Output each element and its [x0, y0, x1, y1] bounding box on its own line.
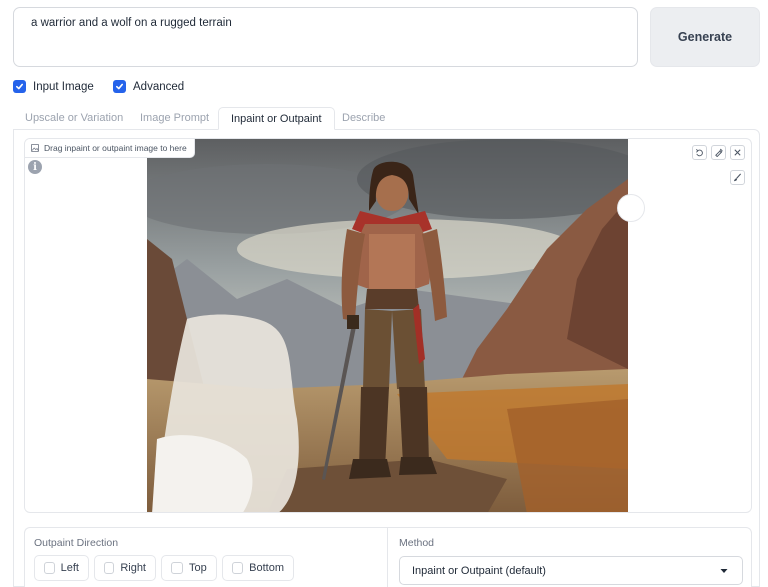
tab-describe[interactable]: Describe	[330, 107, 397, 130]
generate-button[interactable]: Generate	[650, 7, 760, 67]
tab-image-prompt[interactable]: Image Prompt	[128, 107, 221, 130]
prompt-text: a warrior and a wolf on a rugged terrain	[31, 17, 232, 29]
brush-icon[interactable]	[730, 170, 745, 185]
outpaint-direction-group: Outpaint Direction Left Right Top Bottom	[24, 527, 387, 587]
uploaded-image	[147, 139, 628, 512]
checkbox-checked-icon[interactable]	[13, 80, 26, 93]
inpaint-panel: Drag inpaint or outpaint image to here i	[13, 129, 760, 587]
method-label: Method	[399, 537, 435, 549]
close-icon[interactable]	[730, 145, 745, 160]
image-drop-label: Drag inpaint or outpaint image to here	[25, 139, 195, 158]
checkbox-icon[interactable]	[232, 562, 244, 574]
outpaint-left-checkbox[interactable]: Left	[34, 555, 89, 581]
checkbox-icon[interactable]	[171, 562, 183, 574]
undo-icon[interactable]	[692, 145, 707, 160]
outpaint-right-label: Right	[120, 562, 146, 574]
image-icon	[31, 144, 39, 152]
outpaint-right-checkbox[interactable]: Right	[94, 555, 156, 581]
outpaint-bottom-label: Bottom	[249, 562, 284, 574]
method-dropdown[interactable]: Inpaint or Outpaint (default)	[399, 556, 743, 585]
drag-label-text: Drag inpaint or outpaint image to here	[44, 143, 187, 153]
input-image-checkbox[interactable]: Input Image	[13, 80, 94, 93]
brush-cursor	[617, 194, 645, 222]
caret-down-icon	[720, 568, 728, 573]
image-upload-area[interactable]: Drag inpaint or outpaint image to here i	[24, 138, 752, 513]
outpaint-direction-label: Outpaint Direction	[34, 537, 119, 549]
advanced-checkbox[interactable]: Advanced	[113, 80, 184, 93]
method-group: Method Inpaint or Outpaint (default)	[387, 527, 752, 587]
outpaint-top-label: Top	[189, 562, 207, 574]
brush-clear-icon[interactable]	[711, 145, 726, 160]
tab-bar: Upscale or Variation Image Prompt Inpain…	[13, 107, 760, 130]
tab-upscale-or-variation[interactable]: Upscale or Variation	[13, 107, 135, 130]
prompt-input[interactable]: a warrior and a wolf on a rugged terrain	[13, 7, 638, 67]
checkbox-icon[interactable]	[104, 562, 115, 574]
tab-inpaint-or-outpaint[interactable]: Inpaint or Outpaint	[218, 107, 335, 130]
outpaint-top-checkbox[interactable]: Top	[161, 555, 217, 581]
checkbox-icon[interactable]	[44, 562, 55, 574]
checkbox-checked-icon[interactable]	[113, 80, 126, 93]
outpaint-left-label: Left	[60, 562, 79, 574]
info-icon[interactable]: i	[28, 160, 42, 174]
method-selected-value: Inpaint or Outpaint (default)	[412, 564, 546, 577]
advanced-label: Advanced	[133, 80, 185, 93]
input-image-label: Input Image	[33, 80, 94, 93]
outpaint-bottom-checkbox[interactable]: Bottom	[222, 555, 294, 581]
